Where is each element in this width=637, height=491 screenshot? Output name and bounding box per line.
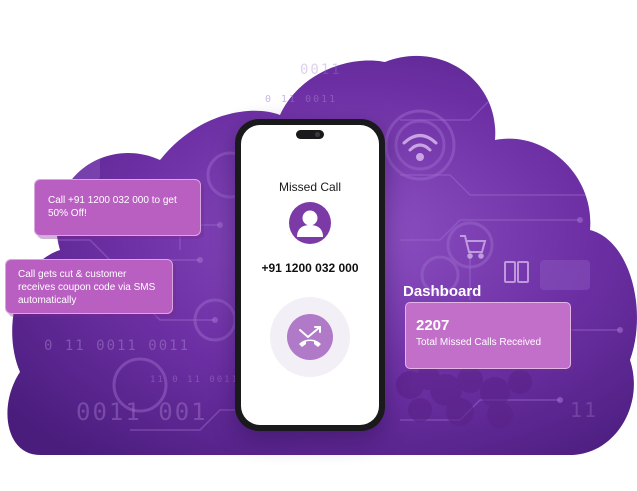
missed-call-button[interactable] [287, 314, 333, 360]
camera-dot [315, 132, 320, 137]
sms-message-text: Call gets cut & customer receives coupon… [18, 269, 156, 306]
person-icon [289, 202, 331, 244]
missed-call-icon [299, 326, 321, 347]
binary-text: 0011 [300, 62, 342, 78]
binary-text: 11 [570, 398, 599, 422]
offer-message-bubble: Call +91 1200 032 000 to get 50% Off! [34, 179, 201, 236]
dashboard-title: Dashboard [403, 283, 482, 300]
phone-notch [296, 130, 324, 139]
illustration-stage: 0 11 0011 0 11 0011 0011 11 0 11 0011 00… [0, 0, 637, 491]
missed-calls-count: 2207 [416, 317, 450, 334]
dashboard-card: 2207 Total Missed Calls Received [405, 302, 571, 369]
binary-text: 0 11 0011 [265, 94, 338, 105]
missed-calls-label: Total Missed Calls Received [416, 337, 542, 348]
phone-mockup: Missed Call +91 1200 032 000 [235, 119, 385, 431]
binary-text: 0011 001 [76, 398, 208, 426]
binary-text: 0 11 0011 0011 [44, 338, 191, 354]
phone-screen: Missed Call +91 1200 032 000 [241, 125, 379, 425]
sms-message-bubble: Call gets cut & customer receives coupon… [5, 259, 173, 314]
caller-number: +91 1200 032 000 [261, 261, 359, 275]
offer-message-text: Call +91 1200 032 000 to get 50% Off! [48, 195, 177, 219]
call-screen-title: Missed Call [278, 180, 341, 194]
